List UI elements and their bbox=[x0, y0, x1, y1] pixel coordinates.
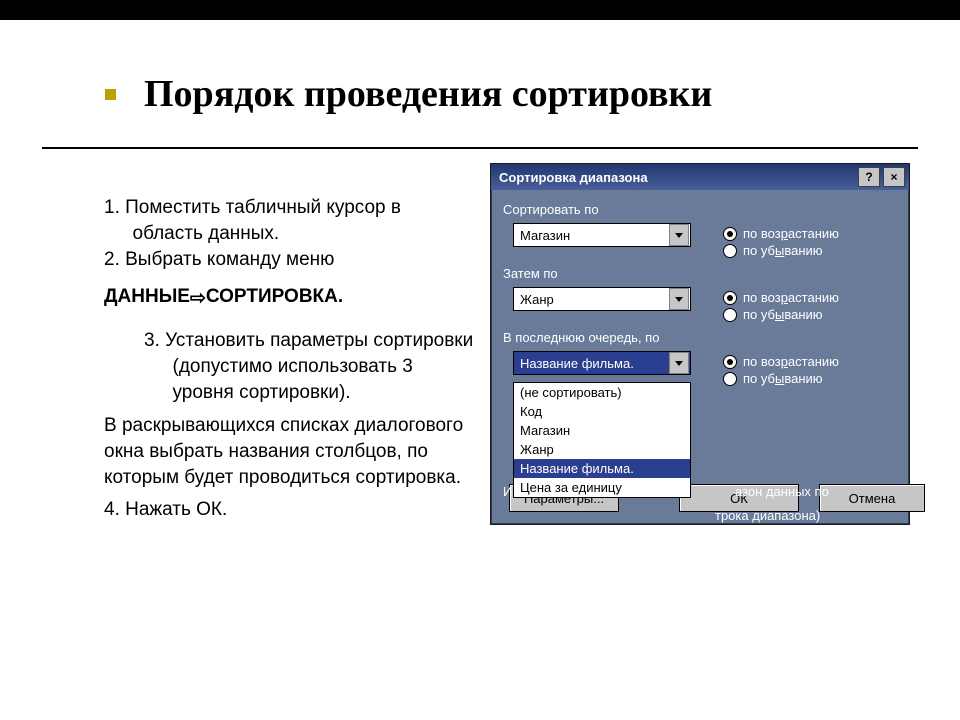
chevron-down-icon[interactable] bbox=[669, 288, 689, 310]
group1-radio-desc[interactable]: по убыванию bbox=[723, 243, 839, 258]
radio-icon bbox=[723, 308, 737, 322]
group1-label: Сортировать по bbox=[503, 202, 599, 217]
steps-text: 1. Поместить табличный курсор в область … bbox=[104, 195, 474, 523]
dialog-titlebar[interactable]: Сортировка диапазона ? × bbox=[491, 164, 909, 190]
group3-select[interactable]: Название фильма. bbox=[513, 351, 691, 375]
cancel-button[interactable]: Отмена bbox=[819, 484, 925, 512]
chevron-down-icon[interactable] bbox=[669, 224, 689, 246]
group3-dropdown-list[interactable]: (не сортировать) Код Магазин Жанр Назван… bbox=[513, 382, 691, 498]
step-3: 3. Установить параметры сортировки (допу… bbox=[144, 328, 474, 407]
group2-radio-desc[interactable]: по убыванию bbox=[723, 307, 839, 322]
group3-label: В последнюю очередь, по bbox=[503, 330, 659, 345]
step-3b: В раскрывающихся списках диалогового окн… bbox=[104, 413, 474, 492]
step-4: 4. Нажать ОК. bbox=[104, 497, 474, 523]
step-2: 2. Выбрать команду меню bbox=[104, 247, 474, 273]
menu-path: ДАННЫЕ⇨СОРТИРОВКА. bbox=[104, 284, 474, 310]
identify-option1-fragment: трока диапазона) bbox=[715, 508, 820, 523]
dropdown-option[interactable]: Код bbox=[514, 402, 690, 421]
identify-option2-fragment: бцов листа bbox=[715, 532, 782, 547]
radio-icon bbox=[723, 372, 737, 386]
dropdown-option-selected[interactable]: Название фильма. bbox=[514, 459, 690, 478]
identify-label-right-fragment: азон данных по bbox=[735, 484, 829, 499]
radio-icon bbox=[723, 227, 737, 241]
identify-label-left-fragment: И bbox=[503, 484, 512, 499]
dropdown-option[interactable]: Жанр bbox=[514, 440, 690, 459]
sort-group-3: В последнюю очередь, по Название фильма.… bbox=[503, 330, 897, 388]
step-1: 1. Поместить табличный курсор в область … bbox=[104, 195, 474, 247]
arrow-right-icon: ⇨ bbox=[190, 286, 206, 312]
sort-group-2: Затем по Жанр по возрастанию по убыванию bbox=[503, 266, 897, 324]
group1-select[interactable]: Магазин bbox=[513, 223, 691, 247]
group2-select[interactable]: Жанр bbox=[513, 287, 691, 311]
slide-title: Порядок проведения сортировки bbox=[105, 72, 712, 116]
group3-radio-asc[interactable]: по возрастанию bbox=[723, 354, 839, 369]
group2-radio-asc[interactable]: по возрастанию bbox=[723, 290, 839, 305]
radio-icon bbox=[723, 291, 737, 305]
dialog-title: Сортировка диапазона bbox=[499, 170, 855, 185]
help-button[interactable]: ? bbox=[858, 167, 880, 187]
chevron-down-icon[interactable] bbox=[669, 352, 689, 374]
dropdown-option[interactable]: Магазин bbox=[514, 421, 690, 440]
group2-label: Затем по bbox=[503, 266, 558, 281]
radio-icon bbox=[723, 355, 737, 369]
title-text: Порядок проведения сортировки bbox=[144, 73, 712, 115]
title-underline bbox=[42, 147, 918, 149]
radio-icon bbox=[723, 244, 737, 258]
dropdown-option[interactable]: (не сортировать) bbox=[514, 383, 690, 402]
dropdown-option[interactable]: Цена за единицу bbox=[514, 478, 690, 497]
close-button[interactable]: × bbox=[883, 167, 905, 187]
group1-radio-asc[interactable]: по возрастанию bbox=[723, 226, 839, 241]
sort-dialog: Сортировка диапазона ? × Сортировать по … bbox=[490, 163, 910, 525]
title-bullet-icon bbox=[105, 89, 116, 100]
group3-radio-desc[interactable]: по убыванию bbox=[723, 371, 839, 386]
sort-group-1: Сортировать по Магазин по возрастанию по… bbox=[503, 202, 897, 260]
